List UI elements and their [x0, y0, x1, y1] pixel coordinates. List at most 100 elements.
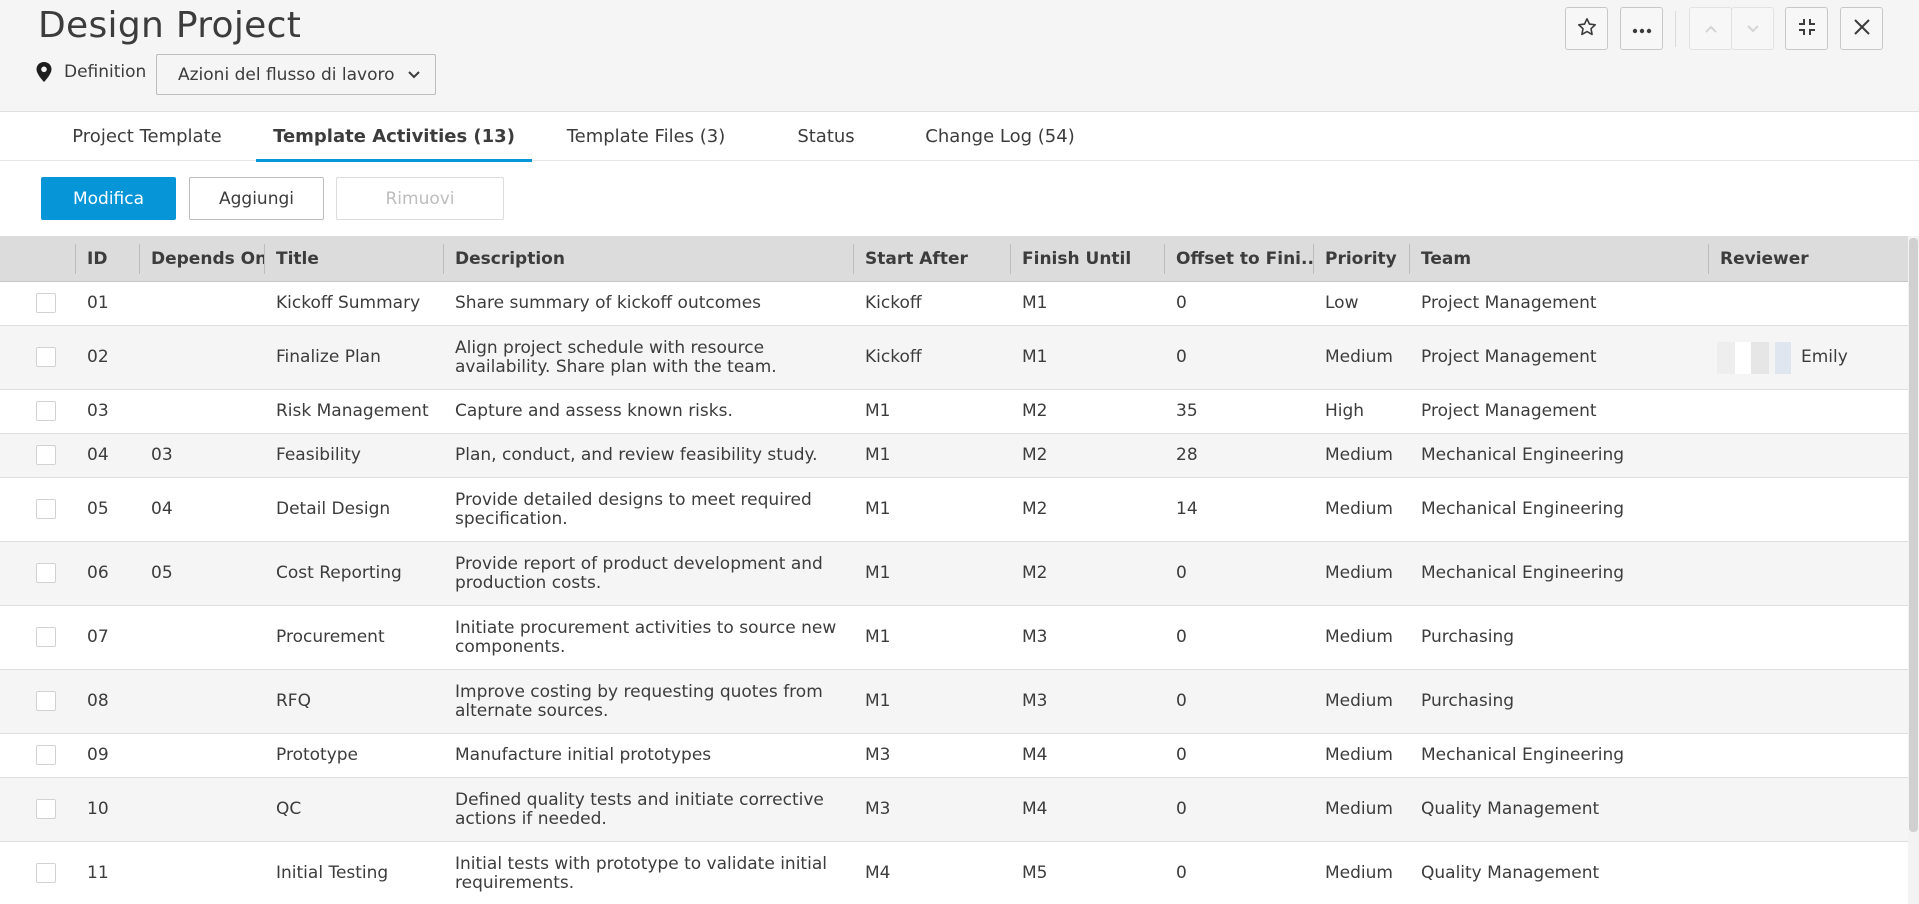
workflow-actions-dropdown[interactable]: Azioni del flusso di lavoro — [156, 54, 436, 95]
row-checkbox[interactable] — [36, 799, 56, 819]
tab-template-files[interactable]: Template Files (3) — [555, 113, 737, 160]
table-row[interactable]: 11 Initial Testing Initial tests with pr… — [0, 842, 1908, 904]
cell-id: 06 — [87, 563, 109, 583]
next-item-button[interactable] — [1731, 7, 1774, 50]
favorite-button[interactable] — [1565, 7, 1608, 50]
table-row[interactable]: 01 Kickoff Summary Share summary of kick… — [0, 282, 1908, 326]
column-header-title[interactable]: Title — [265, 236, 443, 282]
table-row[interactable]: 05 04 Detail Design Provide detailed des… — [0, 478, 1908, 542]
cell-priority: High — [1325, 401, 1365, 421]
workflow-actions-label: Azioni del flusso di lavoro — [178, 64, 395, 85]
column-header-offset[interactable]: Offset to Fini... — [1165, 236, 1313, 282]
more-actions-button[interactable] — [1620, 7, 1663, 50]
cell-offset: 0 — [1176, 347, 1187, 367]
cell-depends-on — [140, 606, 264, 669]
vertical-scrollbar[interactable] — [1908, 236, 1919, 904]
cell-finish-until: M2 — [1022, 445, 1048, 465]
row-checkbox[interactable] — [36, 863, 56, 883]
tab-project-template[interactable]: Project Template — [60, 113, 234, 160]
column-header-start-after[interactable]: Start After — [854, 236, 1011, 282]
add-button[interactable]: Aggiungi — [189, 177, 324, 220]
cell-depends-on — [140, 326, 264, 389]
row-checkbox[interactable] — [36, 401, 56, 421]
cell-title: RFQ — [276, 691, 311, 711]
cell-finish-until: M1 — [1022, 347, 1048, 367]
column-header-finish-until[interactable]: Finish Until — [1011, 236, 1164, 282]
row-checkbox[interactable] — [36, 691, 56, 711]
cell-priority: Medium — [1325, 863, 1393, 883]
column-header-id[interactable]: ID — [76, 236, 138, 282]
table-row[interactable]: 10 QC Defined quality tests and initiate… — [0, 778, 1908, 842]
more-icon — [1632, 19, 1652, 38]
cell-finish-until: M2 — [1022, 401, 1048, 421]
row-checkbox[interactable] — [36, 627, 56, 647]
tab-template-activities[interactable]: Template Activities (13) — [256, 113, 532, 162]
row-checkbox[interactable] — [36, 563, 56, 583]
column-header-depends-on[interactable]: Depends On — [140, 236, 264, 282]
row-checkbox[interactable] — [36, 445, 56, 465]
chevron-up-icon — [1704, 19, 1718, 38]
row-checkbox[interactable] — [36, 499, 56, 519]
cell-description: Align project schedule with resource ava… — [455, 337, 777, 377]
grid-header: ID Depends On Title Description Start Af… — [0, 236, 1908, 282]
close-button[interactable] — [1840, 7, 1883, 50]
cell-description: Share summary of kickoff outcomes — [455, 293, 762, 313]
location-indicator: Definition — [36, 62, 146, 82]
cell-team: Mechanical Engineering — [1421, 445, 1625, 465]
cell-reviewer: Emily — [1709, 326, 1908, 389]
cell-offset: 0 — [1176, 563, 1187, 583]
table-row[interactable]: 07 Procurement Initiate procurement acti… — [0, 606, 1908, 670]
minimize-icon — [1797, 17, 1817, 41]
cell-finish-until: M5 — [1022, 863, 1048, 883]
table-row[interactable]: 06 05 Cost Reporting Provide report of p… — [0, 542, 1908, 606]
cell-priority: Medium — [1325, 799, 1393, 819]
cell-depends-on — [140, 390, 264, 433]
table-row[interactable]: 08 RFQ Improve costing by requesting quo… — [0, 670, 1908, 734]
tab-bar: Project Template Template Activities (13… — [0, 113, 1919, 162]
scrollbar-thumb[interactable] — [1909, 238, 1918, 832]
cell-priority: Low — [1325, 293, 1359, 313]
column-header-reviewer[interactable]: Reviewer — [1709, 236, 1908, 282]
cell-reviewer — [1709, 606, 1908, 669]
cell-team: Project Management — [1421, 401, 1597, 421]
minimize-button[interactable] — [1785, 7, 1828, 50]
edit-button[interactable]: Modifica — [41, 177, 176, 220]
cell-priority: Medium — [1325, 627, 1393, 647]
table-row[interactable]: 09 Prototype Manufacture initial prototy… — [0, 734, 1908, 778]
row-checkbox[interactable] — [36, 347, 56, 367]
header-divider — [1675, 11, 1676, 47]
row-checkbox[interactable] — [36, 293, 56, 313]
cell-title: QC — [276, 799, 302, 819]
cell-team: Project Management — [1421, 347, 1597, 367]
cell-depends-on — [140, 842, 264, 904]
cell-offset: 0 — [1176, 745, 1187, 765]
cell-description: Capture and assess known risks. — [455, 401, 733, 421]
cell-reviewer — [1709, 282, 1908, 325]
cell-title: Feasibility — [276, 445, 361, 465]
table-row[interactable]: 03 Risk Management Capture and assess kn… — [0, 390, 1908, 434]
cell-team: Mechanical Engineering — [1421, 745, 1625, 765]
remove-button[interactable]: Rimuovi — [336, 177, 504, 220]
cell-priority: Medium — [1325, 691, 1393, 711]
table-row[interactable]: 04 03 Feasibility Plan, conduct, and rev… — [0, 434, 1908, 478]
cell-start-after: M1 — [865, 627, 891, 647]
column-header-description[interactable]: Description — [444, 236, 854, 282]
cell-priority: Medium — [1325, 499, 1393, 519]
cell-offset: 35 — [1176, 401, 1198, 421]
cell-priority: Medium — [1325, 745, 1393, 765]
row-checkbox[interactable] — [36, 745, 56, 765]
cell-finish-until: M2 — [1022, 499, 1048, 519]
table-row[interactable]: 02 Finalize Plan Align project schedule … — [0, 326, 1908, 390]
cell-finish-until: M2 — [1022, 563, 1048, 583]
previous-item-button[interactable] — [1689, 7, 1732, 50]
cell-team: Quality Management — [1421, 863, 1600, 883]
cell-finish-until: M4 — [1022, 745, 1048, 765]
column-header-priority[interactable]: Priority — [1314, 236, 1410, 282]
cell-team: Mechanical Engineering — [1421, 563, 1625, 583]
cell-id: 03 — [87, 401, 109, 421]
tab-change-log[interactable]: Change Log (54) — [920, 113, 1080, 160]
cell-finish-until: M3 — [1022, 627, 1048, 647]
tab-status[interactable]: Status — [780, 113, 872, 160]
column-header-team[interactable]: Team — [1410, 236, 1708, 282]
cell-offset: 0 — [1176, 799, 1187, 819]
